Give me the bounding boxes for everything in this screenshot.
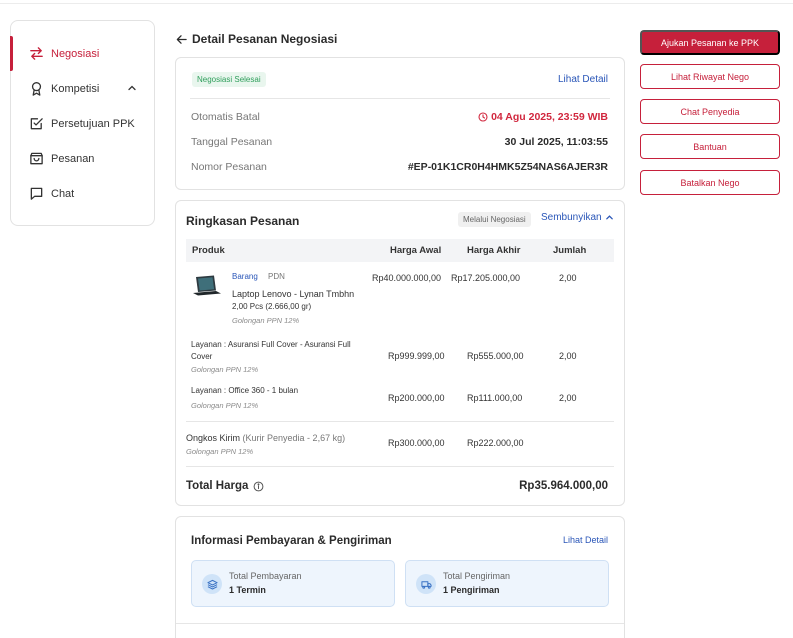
submit-to-ppk-button[interactable]: Ajukan Pesanan ke PPK	[640, 30, 780, 55]
sidebar-item-label: Negosiasi	[51, 47, 100, 60]
service-row-insurance: Layanan : Asuransi Full Cover - Asuransi…	[191, 339, 361, 363]
sidebar-item-kompetisi[interactable]: Kompetisi	[11, 71, 154, 106]
order-info-card: Negosiasi Selesai Lihat Detail Otomatis …	[175, 57, 625, 190]
view-detail-link[interactable]: Lihat Detail	[563, 535, 608, 545]
award-icon	[28, 81, 44, 97]
collapse-toggle[interactable]: Sembunyikan	[541, 212, 614, 223]
table-header: Produk Harga Awal Harga Akhir Jumlah	[186, 239, 614, 262]
service-final-price: Rp111.000,00	[467, 393, 523, 403]
checkbox-icon	[28, 116, 44, 132]
total-label: Total Harga	[186, 480, 264, 492]
service-tax: Golongan PPN 12%	[191, 401, 259, 410]
product-tax: Golongan PPN 12%	[232, 316, 300, 325]
payment-title: Informasi Pembayaran & Pengiriman	[191, 535, 392, 547]
total-label-text: Total Harga	[186, 480, 249, 492]
box-value: 1 Termin	[229, 585, 266, 595]
service-initial-price: Rp999.999,00	[388, 351, 445, 361]
column-header-final-price: Harga Akhir	[467, 245, 521, 256]
via-negotiation-badge: Melalui Negosiasi	[458, 212, 531, 227]
sidebar-item-label: Persetujuan PPK	[51, 117, 135, 130]
sidebar-item-label: Chat	[51, 187, 75, 200]
chevron-up-icon[interactable]	[127, 83, 137, 96]
total-shipping-box[interactable]: Total Pengiriman 1 Pengiriman	[405, 560, 609, 607]
divider	[186, 421, 614, 422]
chat-provider-button[interactable]: Chat Penyedia	[640, 99, 780, 124]
page-title: Detail Pesanan Negosiasi	[176, 32, 337, 46]
shipping-tax: Golongan PPN 12%	[186, 447, 254, 456]
shopping-bag-icon	[28, 151, 44, 167]
service-initial-price: Rp200.000,00	[388, 393, 445, 403]
sidebar-item-pesanan[interactable]: Pesanan	[11, 141, 154, 176]
column-header-initial-price: Harga Awal	[390, 245, 442, 256]
shipping-row: Ongkos Kirim (Kurir Penyedia - 2,67 kg)	[186, 433, 345, 443]
shipping-label: Ongkos Kirim	[186, 433, 241, 443]
service-name: Office 360 - 1 bulan	[228, 386, 299, 395]
layers-icon	[202, 574, 222, 594]
sidebar: Negosiasi Kompetisi Persetujuan PPK Pesa…	[10, 20, 155, 226]
order-number-label: Nomor Pesanan	[191, 161, 267, 173]
chat-bubble-icon	[28, 186, 44, 202]
shipping-final-price: Rp222.000,00	[467, 438, 524, 448]
product-final-price: Rp17.205.000,00	[451, 273, 521, 283]
top-divider	[0, 3, 793, 4]
sidebar-item-negosiasi[interactable]: Negosiasi	[10, 36, 154, 71]
info-icon[interactable]	[253, 481, 264, 492]
status-badge: Negosiasi Selesai	[192, 72, 266, 87]
service-final-price: Rp555.000,00	[467, 351, 524, 361]
help-button[interactable]: Bantuan	[640, 134, 780, 159]
total-payment-box[interactable]: Total Pembayaran 1 Termin	[191, 560, 395, 607]
service-quantity: 2,00	[559, 393, 577, 403]
sidebar-item-label: Pesanan	[51, 152, 95, 165]
collapse-label: Sembunyikan	[541, 212, 602, 223]
product-image	[192, 274, 222, 298]
product-name[interactable]: Laptop Lenovo - Lynan Tmbhn	[232, 289, 354, 299]
divider	[176, 623, 624, 624]
column-header-quantity: Jumlah	[553, 245, 587, 256]
service-prefix: Layanan :	[191, 340, 228, 349]
box-label: Total Pengiriman	[443, 571, 511, 581]
service-quantity: 2,00	[559, 351, 577, 361]
shipping-detail: (Kurir Penyedia - 2,67 kg)	[242, 433, 346, 443]
product-qty-weight: 2,00 Pcs (2.666,00 gr)	[232, 302, 312, 311]
auto-cancel-text: 04 Agu 2025, 23:59 WIB	[491, 111, 608, 123]
auto-cancel-value: 04 Agu 2025, 23:59 WIB	[478, 111, 608, 123]
summary-title: Ringkasan Pesanan	[186, 214, 300, 228]
auto-cancel-label: Otomatis Batal	[191, 111, 260, 123]
divider	[186, 466, 614, 467]
order-number-value: #EP-01K1CR0H4HMK5Z54NAS6AJER3R	[407, 161, 608, 173]
chevron-up-icon	[605, 213, 614, 222]
service-prefix: Layanan :	[191, 386, 229, 395]
view-detail-link[interactable]: Lihat Detail	[558, 74, 608, 85]
column-header-product: Produk	[192, 245, 225, 256]
cancel-negotiation-button[interactable]: Batalkan Nego	[640, 170, 780, 195]
product-quantity: 2,00	[559, 273, 577, 283]
arrow-left-icon[interactable]	[176, 34, 187, 45]
negotiation-history-button[interactable]: Lihat Riwayat Nego	[640, 64, 780, 89]
product-origin-tag: PDN	[268, 272, 285, 281]
service-row-office: Layanan : Office 360 - 1 bulan	[191, 386, 298, 395]
sidebar-item-persetujuan-ppk[interactable]: Persetujuan PPK	[11, 106, 154, 141]
order-summary-card: Ringkasan Pesanan Melalui Negosiasi Semb…	[175, 200, 625, 506]
sidebar-item-chat[interactable]: Chat	[11, 176, 154, 211]
box-value: 1 Pengiriman	[443, 585, 500, 595]
truck-icon	[416, 574, 436, 594]
order-date-value: 30 Jul 2025, 11:03:55	[504, 136, 608, 148]
box-label: Total Pembayaran	[229, 571, 302, 581]
clock-icon	[478, 112, 488, 122]
sidebar-item-label: Kompetisi	[51, 82, 100, 95]
total-value: Rp35.964.000,00	[519, 480, 608, 492]
swap-arrows-icon	[28, 46, 44, 62]
page-title-text: Detail Pesanan Negosiasi	[192, 32, 338, 46]
divider	[190, 98, 610, 99]
product-type-tag: Barang	[232, 272, 258, 281]
product-initial-price: Rp40.000.000,00	[372, 273, 442, 283]
service-tax: Golongan PPN 12%	[191, 365, 259, 374]
shipping-initial-price: Rp300.000,00	[388, 438, 445, 448]
order-date-label: Tanggal Pesanan	[191, 136, 273, 148]
payment-shipping-card: Informasi Pembayaran & Pengiriman Lihat …	[175, 516, 625, 638]
